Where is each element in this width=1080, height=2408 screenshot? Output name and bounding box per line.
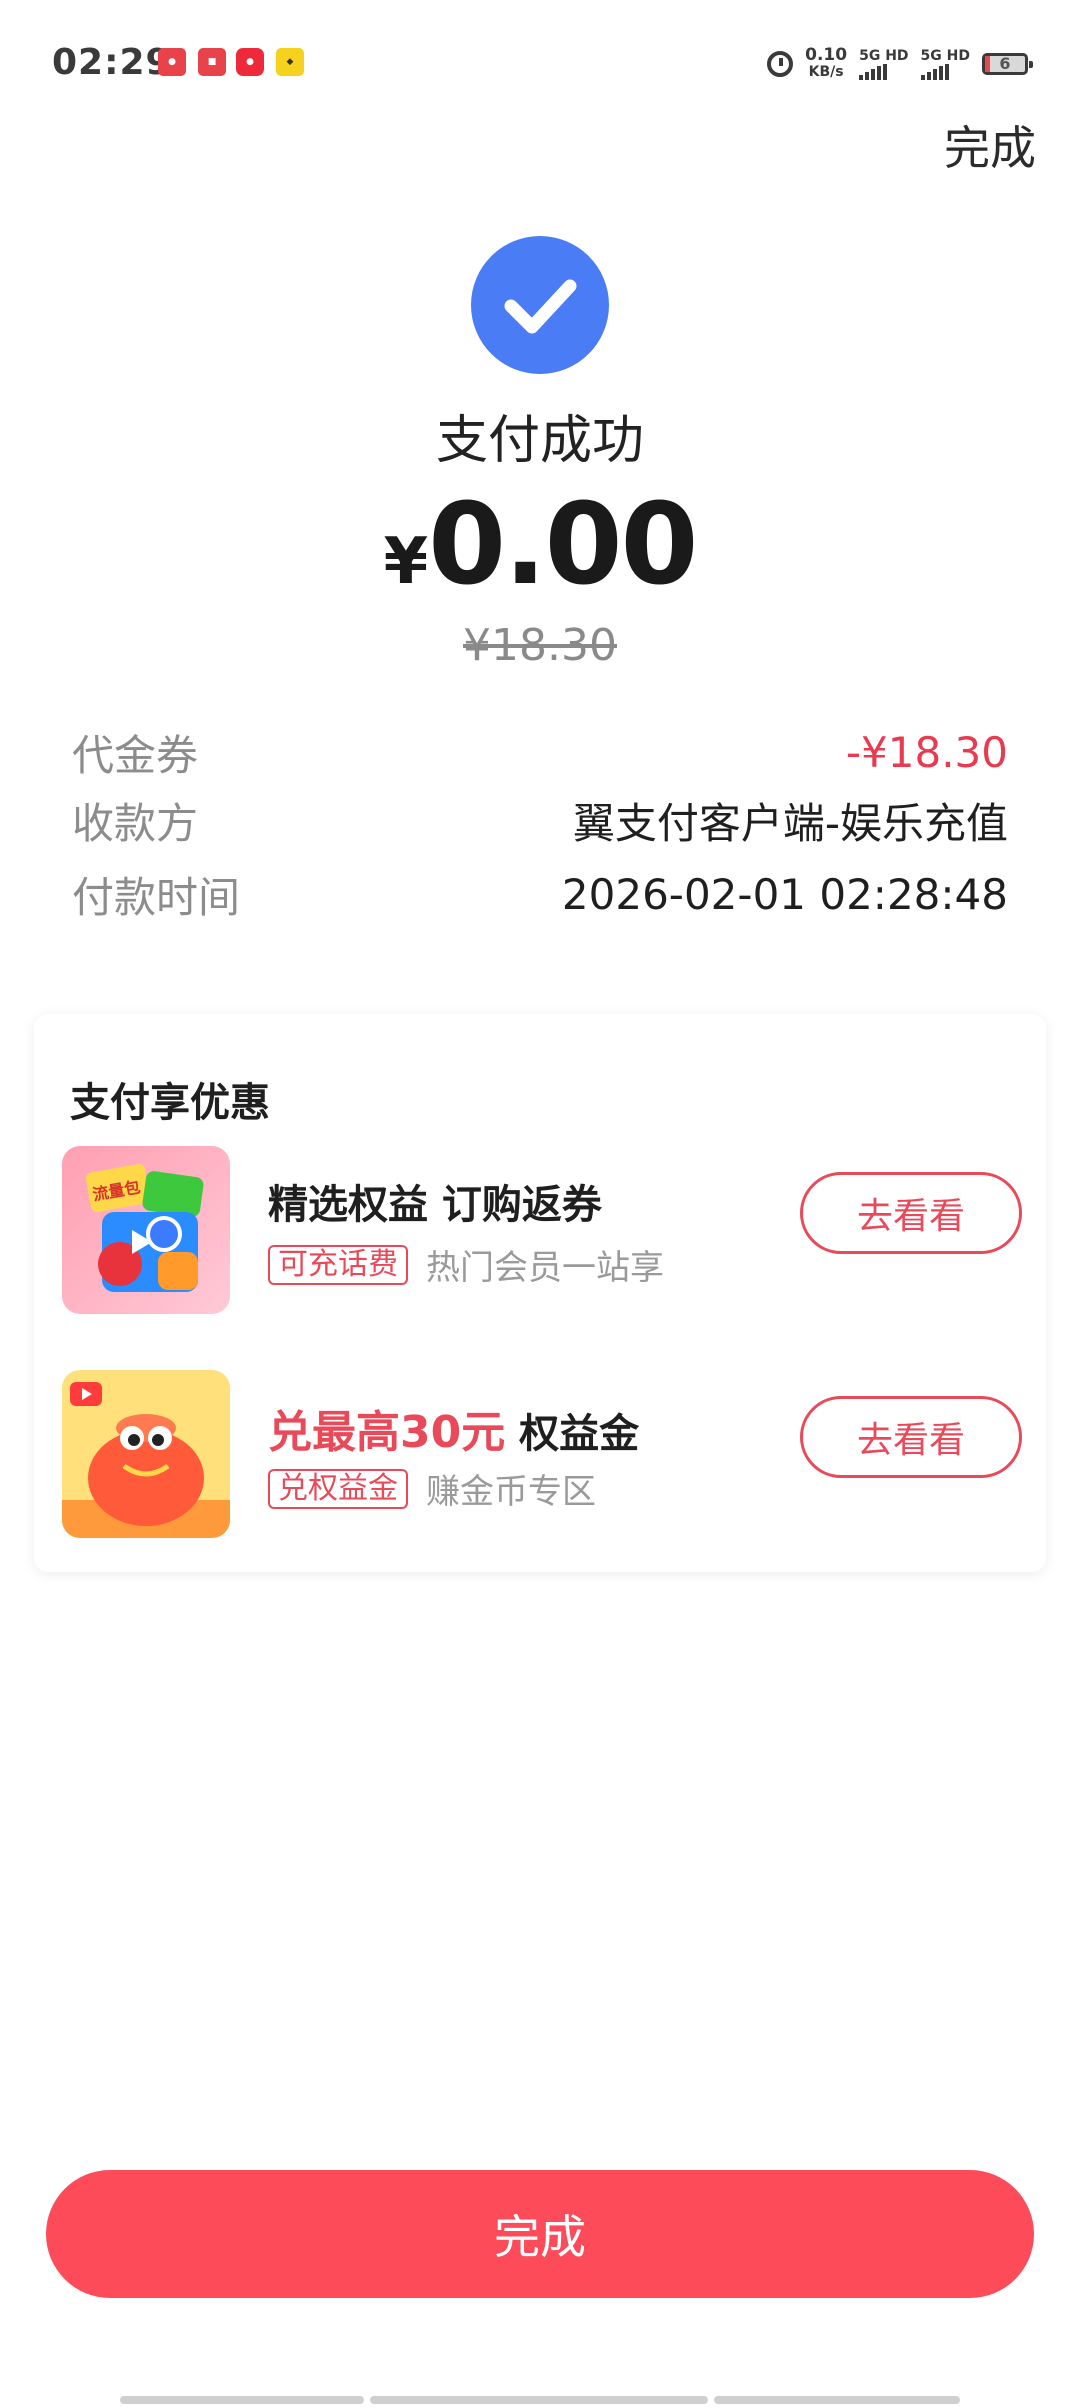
membership-bundle-thumbnail: 流量包 bbox=[62, 1146, 230, 1314]
detail-row-voucher: 代金券 -¥18.30 bbox=[72, 722, 1008, 782]
payment-status-title: 支付成功 bbox=[435, 411, 644, 471]
detail-row-payee: 收款方 翼支付客户端-娱乐充值 bbox=[72, 790, 1008, 850]
network-speed-unit: KB/s bbox=[808, 64, 844, 80]
gesture-bar[interactable] bbox=[120, 2396, 364, 2404]
done-button[interactable]: 完成 bbox=[46, 2170, 1034, 2298]
detail-label: 付款时间 bbox=[72, 872, 241, 922]
network-speed-value: 0.10 bbox=[805, 45, 848, 65]
app-notification-icon: ● bbox=[236, 48, 264, 76]
sim1-label: 5G HD bbox=[859, 48, 909, 64]
original-price: ¥18.30 bbox=[0, 620, 1080, 671]
currency-symbol: ¥ bbox=[383, 525, 429, 599]
gesture-bar[interactable] bbox=[714, 2396, 960, 2404]
promo-item[interactable]: 兑最高30元 权益金 兑权益金 赚金币专区 去看看 bbox=[62, 1370, 1022, 1540]
promo-item-title: 兑最高30元 权益金 bbox=[268, 1396, 639, 1460]
amount-value: 0.00 bbox=[428, 480, 698, 610]
promo-item-title: 精选权益 订购返券 bbox=[268, 1182, 602, 1228]
promo-item-subtitle: 赚金币专区 bbox=[426, 1472, 596, 1512]
battery-icon: 6 bbox=[982, 53, 1033, 75]
system-icons: 0.10 KB/s 5G HD 5G HD 6 bbox=[767, 44, 1033, 84]
detail-label: 收款方 bbox=[72, 798, 199, 848]
promo-item[interactable]: 流量包 精选权益 订购返券 可充话费 热门会员一站享 去看看 bbox=[62, 1146, 1022, 1316]
original-price-value: ¥18.30 bbox=[463, 620, 617, 671]
promo-item-subline: 可充话费 热门会员一站享 bbox=[268, 1240, 664, 1289]
detail-value: 2026-02-01 02:28:48 bbox=[561, 869, 1008, 919]
detail-value: 翼支付客户端-娱乐充值 bbox=[572, 798, 1008, 848]
promo-item-subtitle: 热门会员一站享 bbox=[426, 1248, 664, 1288]
alarm-icon bbox=[767, 51, 794, 77]
promo-item-subline: 兑权益金 赚金币专区 bbox=[268, 1464, 596, 1513]
network-speed: 0.10 KB/s bbox=[805, 47, 847, 81]
gesture-bar[interactable] bbox=[370, 2396, 708, 2404]
detail-label: 代金券 bbox=[72, 730, 199, 780]
detail-row-time: 付款时间 2026-02-01 02:28:48 bbox=[72, 864, 1008, 924]
signal-bars-icon bbox=[859, 64, 888, 80]
payment-result-page: 02:29 ● ■ ● ◆ 0.10 KB/s 5G HD 5G HD 6 完成… bbox=[0, 0, 1080, 2408]
sim2-signal: 5G HD bbox=[920, 48, 970, 80]
header-done-button[interactable]: 完成 bbox=[944, 112, 1036, 178]
status-bar: 02:29 ● ■ ● ◆ 0.10 KB/s 5G HD 5G HD 6 bbox=[0, 0, 1080, 120]
paid-amount: ¥0.00 bbox=[0, 480, 1080, 610]
app-notification-icon: ◆ bbox=[276, 48, 304, 76]
promo-card: 支付享优惠 流量包 精选权益 订购返券 可充话费 热门会员一站享 去看看 兑最高… bbox=[34, 1014, 1046, 1572]
sim1-signal: 5G HD bbox=[859, 48, 909, 80]
promo-title-highlight: 兑最高30元 bbox=[268, 1407, 506, 1458]
sim2-label: 5G HD bbox=[920, 48, 970, 64]
lucky-bag-thumbnail bbox=[62, 1370, 230, 1538]
promo-title-rest: 权益金 bbox=[505, 1411, 640, 1457]
promo-title: 支付享优惠 bbox=[70, 1080, 270, 1126]
signal-bars-icon bbox=[920, 64, 949, 80]
success-check-icon bbox=[471, 236, 609, 374]
promo-tag: 可充话费 bbox=[268, 1244, 408, 1285]
view-offer-button[interactable]: 去看看 bbox=[800, 1172, 1022, 1254]
status-clock: 02:29 bbox=[52, 42, 172, 83]
app-notification-icon: ■ bbox=[198, 48, 226, 76]
app-notification-icon: ● bbox=[158, 48, 186, 76]
view-offer-button[interactable]: 去看看 bbox=[800, 1396, 1022, 1478]
detail-value: -¥18.30 bbox=[845, 727, 1008, 777]
battery-level: 6 bbox=[999, 54, 1011, 73]
promo-tag: 兑权益金 bbox=[268, 1468, 408, 1509]
